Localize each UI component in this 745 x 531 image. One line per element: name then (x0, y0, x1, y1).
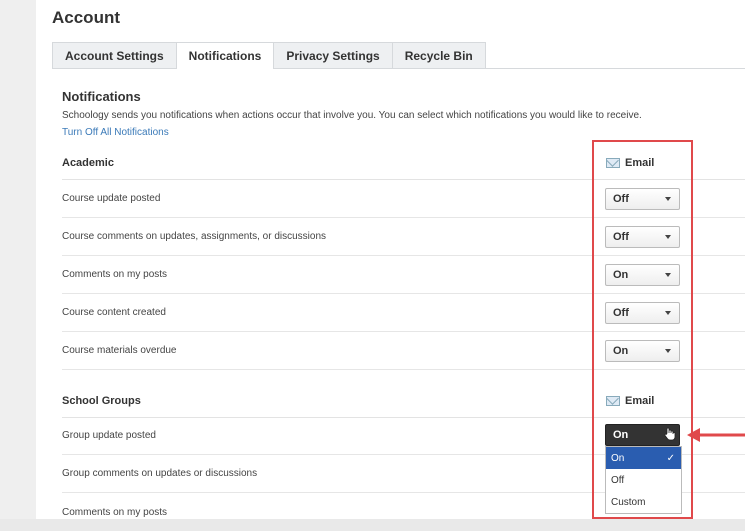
chevron-down-icon (665, 197, 671, 201)
email-select-course-content-created[interactable]: Off (605, 302, 680, 324)
school-groups-email-column: Email (606, 395, 654, 407)
chevron-down-icon (665, 349, 671, 353)
setting-label: Course content created (62, 307, 166, 318)
academic-email-column: Email (606, 157, 654, 169)
dropdown-option-custom[interactable]: Custom (606, 491, 681, 513)
mail-icon (606, 396, 620, 406)
mail-icon (606, 158, 620, 168)
email-select-course-comments[interactable]: Off (605, 226, 680, 248)
tab-recycle-bin[interactable]: Recycle Bin (391, 42, 486, 68)
tab-privacy-settings[interactable]: Privacy Settings (273, 42, 393, 68)
hand-cursor-icon (664, 427, 676, 441)
email-select-comments-on-my-posts[interactable]: On (605, 264, 680, 286)
page-title: Account (52, 8, 120, 27)
setting-label: Course comments on updates, assignments,… (62, 231, 327, 242)
checkmark-icon: ✓ (666, 452, 675, 464)
setting-label: Course update posted (62, 193, 161, 204)
email-column-label: Email (625, 157, 655, 169)
notifications-heading: Notifications (62, 89, 141, 104)
tab-notifications[interactable]: Notifications (175, 42, 275, 69)
setting-label: Comments on my posts (62, 269, 168, 280)
tab-divider (52, 68, 745, 69)
email-dropdown-menu: On ✓ Off Custom (605, 446, 682, 514)
setting-label: Comments on my posts (62, 506, 168, 518)
chevron-down-icon (665, 273, 671, 277)
left-gutter (0, 0, 36, 519)
email-column-label: Email (625, 395, 655, 407)
email-select-course-materials-overdue[interactable]: On (605, 340, 680, 362)
notifications-intro: Schoology sends you notifications when a… (62, 110, 642, 121)
tab-bar: Account Settings Notifications Privacy S… (52, 42, 486, 69)
school-groups-heading: School Groups (62, 395, 141, 407)
dropdown-option-off[interactable]: Off (606, 469, 681, 491)
setting-label: Group update posted (62, 430, 156, 441)
dropdown-option-on[interactable]: On ✓ (606, 447, 681, 469)
setting-label: Group comments on updates or discussions (62, 468, 258, 479)
tab-account-settings[interactable]: Account Settings (52, 42, 177, 68)
pointer-arrow-icon (687, 428, 745, 442)
chevron-down-icon (665, 235, 671, 239)
email-select-course-update-posted[interactable]: Off (605, 188, 680, 210)
academic-heading: Academic (62, 157, 114, 169)
setting-label: Course materials overdue (62, 345, 177, 356)
chevron-down-icon (665, 311, 671, 315)
turn-off-all-link[interactable]: Turn Off All Notifications (62, 127, 169, 138)
